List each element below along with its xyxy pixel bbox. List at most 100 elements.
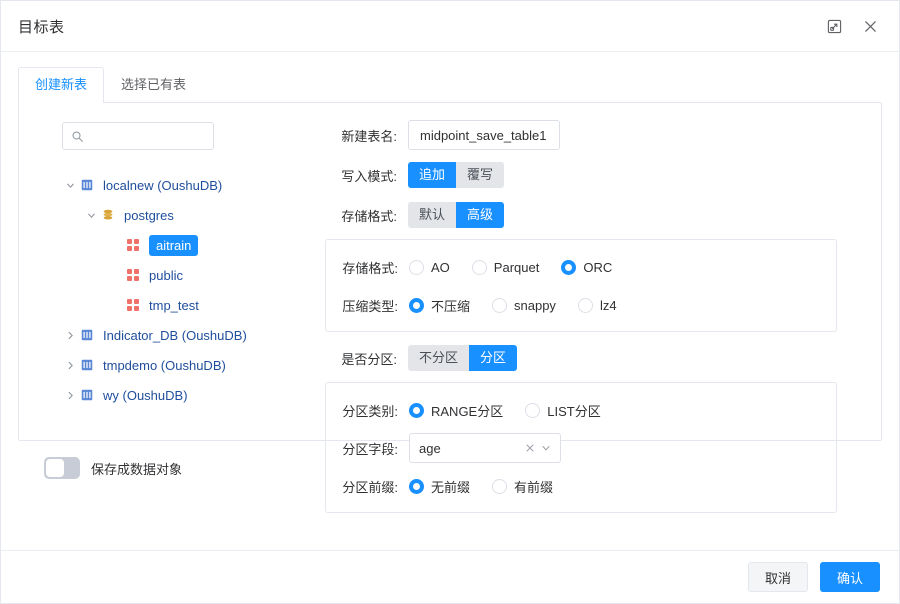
row-partition-toggle: 是否分区: 不分区 分区 <box>325 342 861 374</box>
radio-label: AO <box>431 259 450 275</box>
partition-field-value: age <box>419 440 441 456</box>
database-tree-pane: localnew (OushuDB) postgres aitrain publ… <box>19 103 325 440</box>
storage-mode-default-button[interactable]: 默认 <box>408 202 457 228</box>
page-title: 目标表 <box>18 18 65 36</box>
storage-format-parquet-radio[interactable]: Parquet <box>471 259 540 275</box>
schema-db-icon <box>99 208 117 222</box>
tab-panel-create-new-table: localnew (OushuDB) postgres aitrain publ… <box>18 102 882 513</box>
radio-label: lz4 <box>599 297 617 313</box>
storage-format-label: 存储格式: <box>342 260 398 276</box>
radio-dot <box>492 297 508 313</box>
tree-node-tmpdemo[interactable]: tmpdemo (OushuDB) <box>62 350 325 380</box>
radio-label: Parquet <box>493 259 540 275</box>
tab-create-new-table[interactable]: 创建新表 <box>18 67 105 103</box>
radio-dot <box>409 478 424 494</box>
tree-node-postgres[interactable]: postgres <box>62 200 325 230</box>
partition-on-button[interactable]: 分区 <box>469 345 518 371</box>
confirm-button[interactable]: 确认 <box>820 562 880 592</box>
tree-node-label: wy (OushuDB) <box>103 387 188 403</box>
tree-node-tmp-test[interactable]: tmp_test <box>62 290 325 320</box>
dialog-header: 目标表 <box>1 1 899 52</box>
storage-format-ao-radio[interactable]: AO <box>409 259 450 275</box>
radio-label: snappy <box>514 297 556 313</box>
partition-toggle-label: 是否分区: <box>341 351 397 367</box>
tree-node-label: Indicator_DB (OushuDB) <box>103 327 247 343</box>
compression-none-radio[interactable]: 不压缩 <box>409 296 470 315</box>
radio-dot <box>471 259 487 275</box>
partition-prefix-none-radio[interactable]: 无前缀 <box>409 477 470 496</box>
tree-node-localnew[interactable]: localnew (OushuDB) <box>62 170 325 200</box>
tree-node-label: aitrain <box>149 234 199 256</box>
chevron-down-icon[interactable] <box>83 210 99 221</box>
partition-field-label: 分区字段: <box>342 441 398 457</box>
tree-node-label: public <box>149 267 183 283</box>
clear-icon[interactable] <box>524 442 536 454</box>
tab-select-existing-table[interactable]: 选择已有表 <box>104 67 203 102</box>
close-icon[interactable] <box>859 15 881 37</box>
search-box[interactable] <box>62 122 214 150</box>
partition-type-label: 分区类别: <box>342 403 398 419</box>
radio-dot <box>561 259 577 275</box>
expand-icon[interactable] <box>823 15 845 37</box>
storage-format-orc-radio[interactable]: ORC <box>561 259 612 275</box>
tree-node-label: tmpdemo (OushuDB) <box>103 357 226 373</box>
storage-mode-label: 存储格式: <box>341 208 397 224</box>
row-storage-format: 存储格式: AO Parquet ORC <box>326 251 822 283</box>
partition-prefix-has-radio[interactable]: 有前缀 <box>492 477 553 496</box>
database-icon <box>78 178 96 192</box>
storage-advanced-panel: 存储格式: AO Parquet ORC 压缩类型: 不压缩 snappy lz… <box>325 239 837 332</box>
row-table-name: 新建表名: <box>325 119 861 151</box>
chevron-right-icon[interactable] <box>62 360 78 371</box>
tree-node-label: localnew (OushuDB) <box>103 177 223 193</box>
radio-dot <box>577 297 593 313</box>
write-mode-segmented: 追加 覆写 <box>408 162 505 188</box>
save-as-data-object-label: 保存成数据对象 <box>91 461 183 477</box>
row-partition-type: 分区类别: RANGE分区 LIST分区 <box>326 394 822 426</box>
cancel-button[interactable]: 取消 <box>748 562 808 592</box>
tab-bar: 创建新表 选择已有表 <box>18 67 882 103</box>
chevron-down-icon[interactable] <box>62 180 78 191</box>
row-partition-prefix: 分区前缀: 无前缀 有前缀 <box>326 470 822 502</box>
database-icon <box>78 388 96 402</box>
table-name-input[interactable] <box>418 126 550 144</box>
radio-label: 有前缀 <box>514 479 554 495</box>
partition-type-range-radio[interactable]: RANGE分区 <box>409 401 503 420</box>
tree-node-wy[interactable]: wy (OushuDB) <box>62 380 325 410</box>
toggle-knob <box>46 459 64 477</box>
compression-snappy-radio[interactable]: snappy <box>492 297 556 313</box>
storage-mode-advanced-button[interactable]: 高级 <box>456 202 505 228</box>
tree-node-label: tmp_test <box>149 297 199 313</box>
write-mode-label: 写入模式: <box>341 168 397 184</box>
radio-dot <box>409 297 424 313</box>
tree-node-aitrain[interactable]: aitrain <box>62 230 325 260</box>
partition-settings-panel: 分区类别: RANGE分区 LIST分区 分区字段: age 分区前缀: 无前缀… <box>325 382 837 513</box>
tree-node-public[interactable]: public <box>62 260 325 290</box>
partition-field-select[interactable]: age <box>409 433 561 463</box>
compression-lz4-radio[interactable]: lz4 <box>577 297 617 313</box>
row-storage-mode: 存储格式: 默认 高级 <box>325 199 861 231</box>
chevron-right-icon[interactable] <box>62 390 78 401</box>
search-icon <box>71 130 84 143</box>
partition-type-list-radio[interactable]: LIST分区 <box>525 401 601 420</box>
dialog-footer: 取消 确认 <box>1 550 899 603</box>
radio-label: 不压缩 <box>431 298 471 314</box>
partition-prefix-label: 分区前缀: <box>342 479 398 495</box>
save-as-data-object-toggle[interactable] <box>44 457 80 479</box>
tree-node-label: postgres <box>124 207 174 223</box>
radio-dot <box>492 478 508 494</box>
radio-dot <box>525 402 541 418</box>
tree-node-indicator-db[interactable]: Indicator_DB (OushuDB) <box>62 320 325 350</box>
chevron-right-icon[interactable] <box>62 330 78 341</box>
table-name-field[interactable] <box>408 120 560 150</box>
search-input[interactable] <box>90 128 205 144</box>
partition-off-button[interactable]: 不分区 <box>408 345 470 371</box>
radio-label: RANGE分区 <box>431 403 504 419</box>
write-mode-overwrite-button[interactable]: 覆写 <box>456 162 505 188</box>
radio-dot <box>409 402 424 418</box>
database-icon <box>78 358 96 372</box>
write-mode-append-button[interactable]: 追加 <box>408 162 457 188</box>
compression-label: 压缩类型: <box>342 298 398 314</box>
chevron-down-icon[interactable] <box>540 442 552 454</box>
radio-label: LIST分区 <box>547 403 601 419</box>
target-table-dialog: 目标表 创建新表 选择已有表 localnew (OushuDB) postgr… <box>0 0 900 604</box>
